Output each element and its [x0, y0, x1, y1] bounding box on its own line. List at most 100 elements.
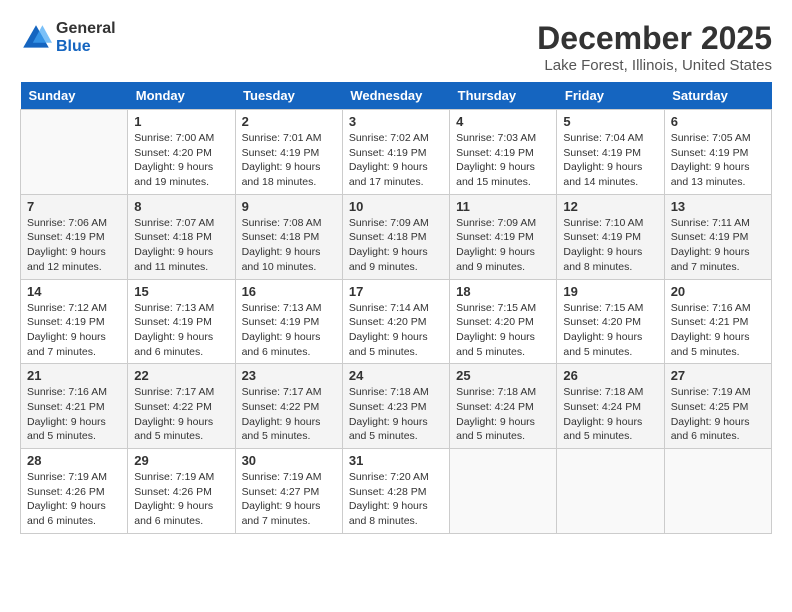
day-info: Sunrise: 7:18 AMSunset: 4:24 PMDaylight:…	[563, 385, 657, 444]
day-info: Sunrise: 7:05 AMSunset: 4:19 PMDaylight:…	[671, 131, 765, 190]
logo-general: General	[56, 20, 116, 38]
calendar-cell: 27Sunrise: 7:19 AMSunset: 4:25 PMDayligh…	[664, 364, 771, 449]
day-info: Sunrise: 7:08 AMSunset: 4:18 PMDaylight:…	[242, 216, 336, 275]
day-number: 30	[242, 453, 336, 468]
day-number: 16	[242, 284, 336, 299]
calendar-cell	[557, 449, 664, 534]
day-info: Sunrise: 7:14 AMSunset: 4:20 PMDaylight:…	[349, 301, 443, 360]
calendar-header-row: SundayMondayTuesdayWednesdayThursdayFrid…	[21, 82, 772, 110]
calendar-cell: 29 Sunrise: 7:19 AMSunset: 4:26 PMDayligh…	[128, 449, 235, 534]
day-info: Sunrise: 7:02 AMSunset: 4:19 PMDaylight:…	[349, 131, 443, 190]
title-block: December 2025 Lake Forest, Illinois, Uni…	[537, 20, 772, 74]
day-info: Sunrise: 7:00 AMSunset: 4:20 PMDaylight:…	[134, 131, 228, 190]
calendar-cell: 24Sunrise: 7:18 AMSunset: 4:23 PMDayligh…	[342, 364, 449, 449]
day-header-tuesday: Tuesday	[235, 82, 342, 110]
logo: General Blue	[20, 20, 116, 55]
calendar-cell: 3 Sunrise: 7:02 AMSunset: 4:19 PMDaylight…	[342, 110, 449, 195]
calendar-cell: 10Sunrise: 7:09 AMSunset: 4:18 PMDayligh…	[342, 194, 449, 279]
logo-icon	[20, 22, 52, 54]
day-number: 26	[563, 368, 657, 383]
calendar-cell: 5Sunrise: 7:04 AMSunset: 4:19 PMDaylight…	[557, 110, 664, 195]
calendar-cell: 13 Sunrise: 7:11 AMSunset: 4:19 PMDayligh…	[664, 194, 771, 279]
day-header-saturday: Saturday	[664, 82, 771, 110]
day-number: 23	[242, 368, 336, 383]
calendar-cell: 31 Sunrise: 7:20 AMSunset: 4:28 PMDayligh…	[342, 449, 449, 534]
day-info: Sunrise: 7:16 AMSunset: 4:21 PMDaylight:…	[27, 385, 121, 444]
day-number: 29	[134, 453, 228, 468]
calendar-cell	[450, 449, 557, 534]
calendar-cell: 4 Sunrise: 7:03 AMSunset: 4:19 PMDaylight…	[450, 110, 557, 195]
day-number: 7	[27, 199, 121, 214]
day-info: Sunrise: 7:19 AMSunset: 4:27 PMDaylight:…	[242, 470, 336, 529]
day-info: Sunrise: 7:18 AMSunset: 4:24 PMDaylight:…	[456, 385, 550, 444]
day-number: 31	[349, 453, 443, 468]
calendar-cell: 20Sunrise: 7:16 AMSunset: 4:21 PMDayligh…	[664, 279, 771, 364]
day-info: Sunrise: 7:12 AMSunset: 4:19 PMDaylight:…	[27, 301, 121, 360]
day-info: Sunrise: 7:15 AMSunset: 4:20 PMDaylight:…	[456, 301, 550, 360]
day-number: 5	[563, 114, 657, 129]
calendar-cell: 15Sunrise: 7:13 AMSunset: 4:19 PMDayligh…	[128, 279, 235, 364]
day-info: Sunrise: 7:07 AMSunset: 4:18 PMDaylight:…	[134, 216, 228, 275]
day-info: Sunrise: 7:19 AMSunset: 4:26 PMDaylight:…	[27, 470, 121, 529]
calendar-cell: 26 Sunrise: 7:18 AMSunset: 4:24 PMDayligh…	[557, 364, 664, 449]
day-info: Sunrise: 7:19 AMSunset: 4:25 PMDaylight:…	[671, 385, 765, 444]
day-info: Sunrise: 7:18 AMSunset: 4:23 PMDaylight:…	[349, 385, 443, 444]
day-number: 28	[27, 453, 121, 468]
calendar-cell: 30 Sunrise: 7:19 AMSunset: 4:27 PMDayligh…	[235, 449, 342, 534]
day-info: Sunrise: 7:19 AMSunset: 4:26 PMDaylight:…	[134, 470, 228, 529]
calendar-cell: 18Sunrise: 7:15 AMSunset: 4:20 PMDayligh…	[450, 279, 557, 364]
day-number: 21	[27, 368, 121, 383]
day-number: 4	[456, 114, 550, 129]
day-info: Sunrise: 7:06 AMSunset: 4:19 PMDaylight:…	[27, 216, 121, 275]
day-number: 14	[27, 284, 121, 299]
calendar-cell: 19Sunrise: 7:15 AMSunset: 4:20 PMDayligh…	[557, 279, 664, 364]
day-header-wednesday: Wednesday	[342, 82, 449, 110]
calendar-cell: 23Sunrise: 7:17 AMSunset: 4:22 PMDayligh…	[235, 364, 342, 449]
calendar-cell: 6 Sunrise: 7:05 AMSunset: 4:19 PMDaylight…	[664, 110, 771, 195]
calendar-cell: 14 Sunrise: 7:12 AMSunset: 4:19 PMDayligh…	[21, 279, 128, 364]
day-number: 19	[563, 284, 657, 299]
day-number: 6	[671, 114, 765, 129]
day-header-sunday: Sunday	[21, 82, 128, 110]
month-title: December 2025	[537, 20, 772, 57]
day-info: Sunrise: 7:09 AMSunset: 4:19 PMDaylight:…	[456, 216, 550, 275]
calendar-cell: 9 Sunrise: 7:08 AMSunset: 4:18 PMDaylight…	[235, 194, 342, 279]
day-info: Sunrise: 7:20 AMSunset: 4:28 PMDaylight:…	[349, 470, 443, 529]
calendar-cell	[664, 449, 771, 534]
day-number: 15	[134, 284, 228, 299]
calendar-cell: 1 Sunrise: 7:00 AMSunset: 4:20 PMDaylight…	[128, 110, 235, 195]
calendar-body: 1 Sunrise: 7:00 AMSunset: 4:20 PMDaylight…	[21, 110, 772, 534]
calendar-cell: 16 Sunrise: 7:13 AMSunset: 4:19 PMDayligh…	[235, 279, 342, 364]
day-number: 17	[349, 284, 443, 299]
calendar-week-row: 1 Sunrise: 7:00 AMSunset: 4:20 PMDaylight…	[21, 110, 772, 195]
day-number: 9	[242, 199, 336, 214]
day-number: 22	[134, 368, 228, 383]
calendar-table: SundayMondayTuesdayWednesdayThursdayFrid…	[20, 82, 772, 534]
calendar-week-row: 7 Sunrise: 7:06 AMSunset: 4:19 PMDaylight…	[21, 194, 772, 279]
logo-blue: Blue	[56, 38, 116, 56]
calendar-cell: 22Sunrise: 7:17 AMSunset: 4:22 PMDayligh…	[128, 364, 235, 449]
calendar-cell: 17 Sunrise: 7:14 AMSunset: 4:20 PMDayligh…	[342, 279, 449, 364]
day-number: 12	[563, 199, 657, 214]
day-header-thursday: Thursday	[450, 82, 557, 110]
calendar-cell: 21 Sunrise: 7:16 AMSunset: 4:21 PMDayligh…	[21, 364, 128, 449]
day-info: Sunrise: 7:13 AMSunset: 4:19 PMDaylight:…	[242, 301, 336, 360]
day-number: 25	[456, 368, 550, 383]
calendar-cell: 28 Sunrise: 7:19 AMSunset: 4:26 PMDayligh…	[21, 449, 128, 534]
day-info: Sunrise: 7:16 AMSunset: 4:21 PMDaylight:…	[671, 301, 765, 360]
day-info: Sunrise: 7:01 AMSunset: 4:19 PMDaylight:…	[242, 131, 336, 190]
header: General Blue December 2025 Lake Forest, …	[20, 20, 772, 74]
day-number: 13	[671, 199, 765, 214]
day-info: Sunrise: 7:09 AMSunset: 4:18 PMDaylight:…	[349, 216, 443, 275]
day-number: 1	[134, 114, 228, 129]
day-number: 2	[242, 114, 336, 129]
day-header-friday: Friday	[557, 82, 664, 110]
calendar-cell	[21, 110, 128, 195]
day-info: Sunrise: 7:10 AMSunset: 4:19 PMDaylight:…	[563, 216, 657, 275]
calendar-cell: 11Sunrise: 7:09 AMSunset: 4:19 PMDayligh…	[450, 194, 557, 279]
location-title: Lake Forest, Illinois, United States	[537, 57, 772, 74]
day-number: 8	[134, 199, 228, 214]
day-info: Sunrise: 7:11 AMSunset: 4:19 PMDaylight:…	[671, 216, 765, 275]
day-number: 3	[349, 114, 443, 129]
day-info: Sunrise: 7:03 AMSunset: 4:19 PMDaylight:…	[456, 131, 550, 190]
